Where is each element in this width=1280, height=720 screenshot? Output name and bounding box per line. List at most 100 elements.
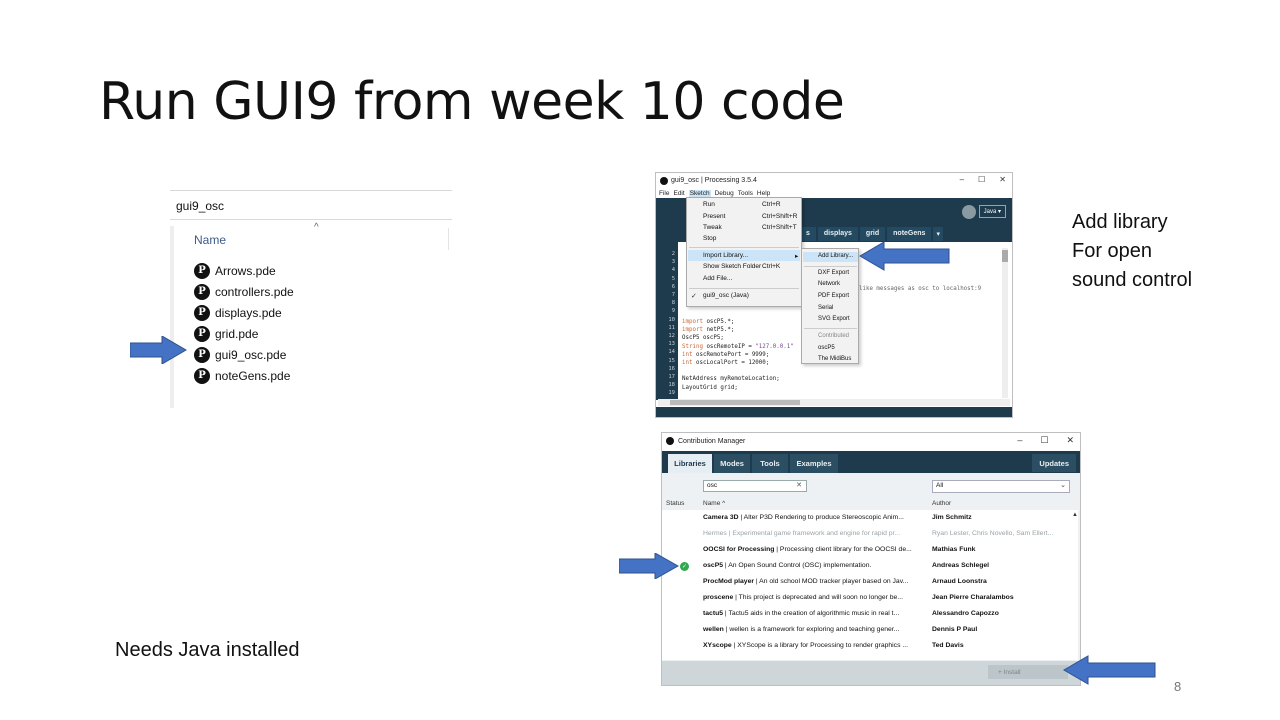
column-divider[interactable] <box>448 228 449 250</box>
name-column-header[interactable]: Name <box>194 233 226 247</box>
file-item[interactable]: P Arrows.pde <box>194 260 294 281</box>
library-description: | Alter P3D Rendering to produce Stereos… <box>738 514 904 521</box>
import-menu-item[interactable]: PDF Export <box>818 293 849 299</box>
library-row[interactable]: Hermes | Experimental game framework and… <box>662 526 1072 542</box>
arrow-to-gui9-file <box>130 336 187 364</box>
debugger-icon[interactable] <box>962 205 976 219</box>
cm-title: Contribution Manager <box>678 437 746 445</box>
import-menu-item[interactable]: SVG Export <box>818 316 850 322</box>
library-row[interactable]: ✓ oscP5 | An Open Sound Control (OSC) imp… <box>662 558 1072 574</box>
close-button[interactable]: ✕ <box>999 175 1006 184</box>
tab-modes[interactable]: Modes <box>714 454 750 473</box>
library-name-cell: ProcMod player | An old school MOD track… <box>703 578 927 585</box>
menu-help[interactable]: Help <box>757 190 770 197</box>
menu-file[interactable]: File <box>659 190 669 197</box>
contributed-library-item[interactable]: oscP5 <box>818 345 835 351</box>
file-item[interactable]: Pgui9_osc.pde <box>194 344 294 365</box>
import-menu-item[interactable]: Network <box>818 281 840 287</box>
menu-debug[interactable]: Debug <box>715 190 734 197</box>
maximize-button[interactable]: ☐ <box>1040 435 1048 446</box>
code-token: netP5.*; <box>702 327 735 334</box>
note-line: Add library <box>1072 211 1168 233</box>
line-number: 5 <box>671 275 675 282</box>
library-row[interactable]: wellen | wellen is a framework for explo… <box>662 622 1072 638</box>
code-line: import oscP5.*; <box>682 318 794 326</box>
file-name: noteGens.pde <box>215 368 291 383</box>
menu-separator <box>804 266 857 267</box>
sketch-menu-item[interactable]: Present <box>703 213 725 220</box>
library-row[interactable]: ProcMod player | An old school MOD track… <box>662 574 1072 590</box>
category-value: All <box>936 482 944 489</box>
line-number: 4 <box>671 267 675 274</box>
sketch-menu-item[interactable]: Show Sketch Folder <box>703 263 761 270</box>
file-item[interactable]: Pcontrollers.pde <box>194 281 294 302</box>
tab-libraries[interactable]: Libraries <box>668 454 712 473</box>
library-row[interactable]: tactu5 | Tactu5 aids in the creation of … <box>662 606 1072 622</box>
import-menu-item[interactable]: DXF Export <box>818 270 849 276</box>
category-select[interactable]: All ⌄ <box>932 480 1070 493</box>
library-row[interactable]: proscene | This project is deprecated an… <box>662 590 1072 606</box>
status-column-header[interactable]: Status <box>666 500 684 507</box>
code-text[interactable]: import oscP5.*; import netP5.*; OscP5 oscP… <box>682 318 794 392</box>
author-column-header[interactable]: Author <box>932 500 951 507</box>
search-input[interactable]: osc ✕ <box>703 480 807 492</box>
menu-sketch[interactable]: Sketch <box>688 189 711 197</box>
tab-tools[interactable]: Tools <box>752 454 788 473</box>
tab-partial[interactable]: s <box>800 227 816 241</box>
library-author: Ryan Lester, Chris Novello, Sam Ellert..… <box>932 530 1054 537</box>
sketch-menu-item[interactable]: Stop <box>703 235 716 242</box>
menu-edit[interactable]: Edit <box>673 190 684 197</box>
mode-selector[interactable]: Java ▾ <box>978 205 1006 218</box>
sketch-menu-item[interactable]: Import Library... <box>703 252 748 259</box>
install-button[interactable]: + Install <box>988 665 1068 679</box>
library-row[interactable]: OOCSI for Processing | Processing client… <box>662 542 1072 558</box>
code-token: oscLocalPort = 12000; <box>692 359 770 366</box>
tabs-menu-button[interactable]: ▾ <box>933 227 943 241</box>
sketch-menu-item[interactable]: Tweak <box>703 224 722 231</box>
minimize-button[interactable]: – <box>1017 435 1022 446</box>
file-item[interactable]: Pgrid.pde <box>194 323 294 344</box>
tab-grid[interactable]: grid <box>859 227 886 241</box>
maximize-button[interactable]: ☐ <box>978 175 985 184</box>
close-button[interactable]: ✕ <box>1066 435 1074 446</box>
contributed-library-item[interactable]: The MidiBus <box>818 356 851 362</box>
library-row[interactable]: XYscope | XYScope is a library for Proce… <box>662 638 1072 654</box>
editor-horizontal-scrollbar[interactable] <box>658 399 1010 406</box>
scroll-up-icon[interactable]: ▲ <box>1072 512 1078 518</box>
minimize-button[interactable]: – <box>960 175 964 184</box>
tab-updates[interactable]: Updates <box>1032 454 1076 472</box>
sketch-menu-item[interactable]: Add File... <box>703 275 732 282</box>
library-name-cell: Hermes | Experimental game framework and… <box>703 530 927 537</box>
library-name-cell: XYscope | XYScope is a library for Proce… <box>703 642 927 649</box>
tab-notegens[interactable]: noteGens <box>887 227 932 241</box>
arrow-to-oscp5-row <box>619 553 679 579</box>
sketch-menu-item[interactable]: Run <box>703 201 715 208</box>
menu-tools[interactable]: Tools <box>738 190 753 197</box>
library-author: Andreas Schlegel <box>932 562 990 569</box>
file-item[interactable]: PnoteGens.pde <box>194 365 294 386</box>
line-number: 2 <box>671 251 675 257</box>
sketch-menu-item[interactable]: gui9_osc (Java) <box>703 292 749 299</box>
clear-search-icon[interactable]: ✕ <box>796 481 802 489</box>
file-item[interactable]: Pdisplays.pde <box>194 302 294 323</box>
address-bar[interactable]: gui9_osc <box>170 190 452 220</box>
editor-vertical-scrollbar[interactable] <box>1002 248 1008 398</box>
name-column-header[interactable]: Name ^ <box>703 500 725 507</box>
menu-separator <box>689 247 799 248</box>
code-line: LayoutGrid grid; <box>682 384 794 392</box>
contributed-header: Contributed <box>818 333 850 339</box>
library-description: | An old school MOD tracker player based… <box>754 578 909 585</box>
code-token: LayoutGrid grid; <box>682 384 738 391</box>
import-menu-item[interactable]: Add Library... <box>818 253 853 259</box>
tab-displays[interactable]: displays <box>817 227 858 241</box>
line-number: 3 <box>671 259 675 266</box>
line-number-gutter: 2 3 4 5 6 7 8 9 10 11 12 13 14 15 16 17 18 19 <box>656 242 678 400</box>
list-scrollbar[interactable]: ▲ <box>1072 510 1078 660</box>
line-number: 18 <box>668 382 675 389</box>
library-row[interactable]: Camera 3D | Alter P3D Rendering to produ… <box>662 510 1072 526</box>
tab-examples[interactable]: Examples <box>790 454 838 473</box>
import-menu-item[interactable]: Serial <box>818 305 833 311</box>
library-author: Jean Pierre Charalambos <box>932 594 1014 601</box>
processing-file-icon: P <box>194 346 210 363</box>
